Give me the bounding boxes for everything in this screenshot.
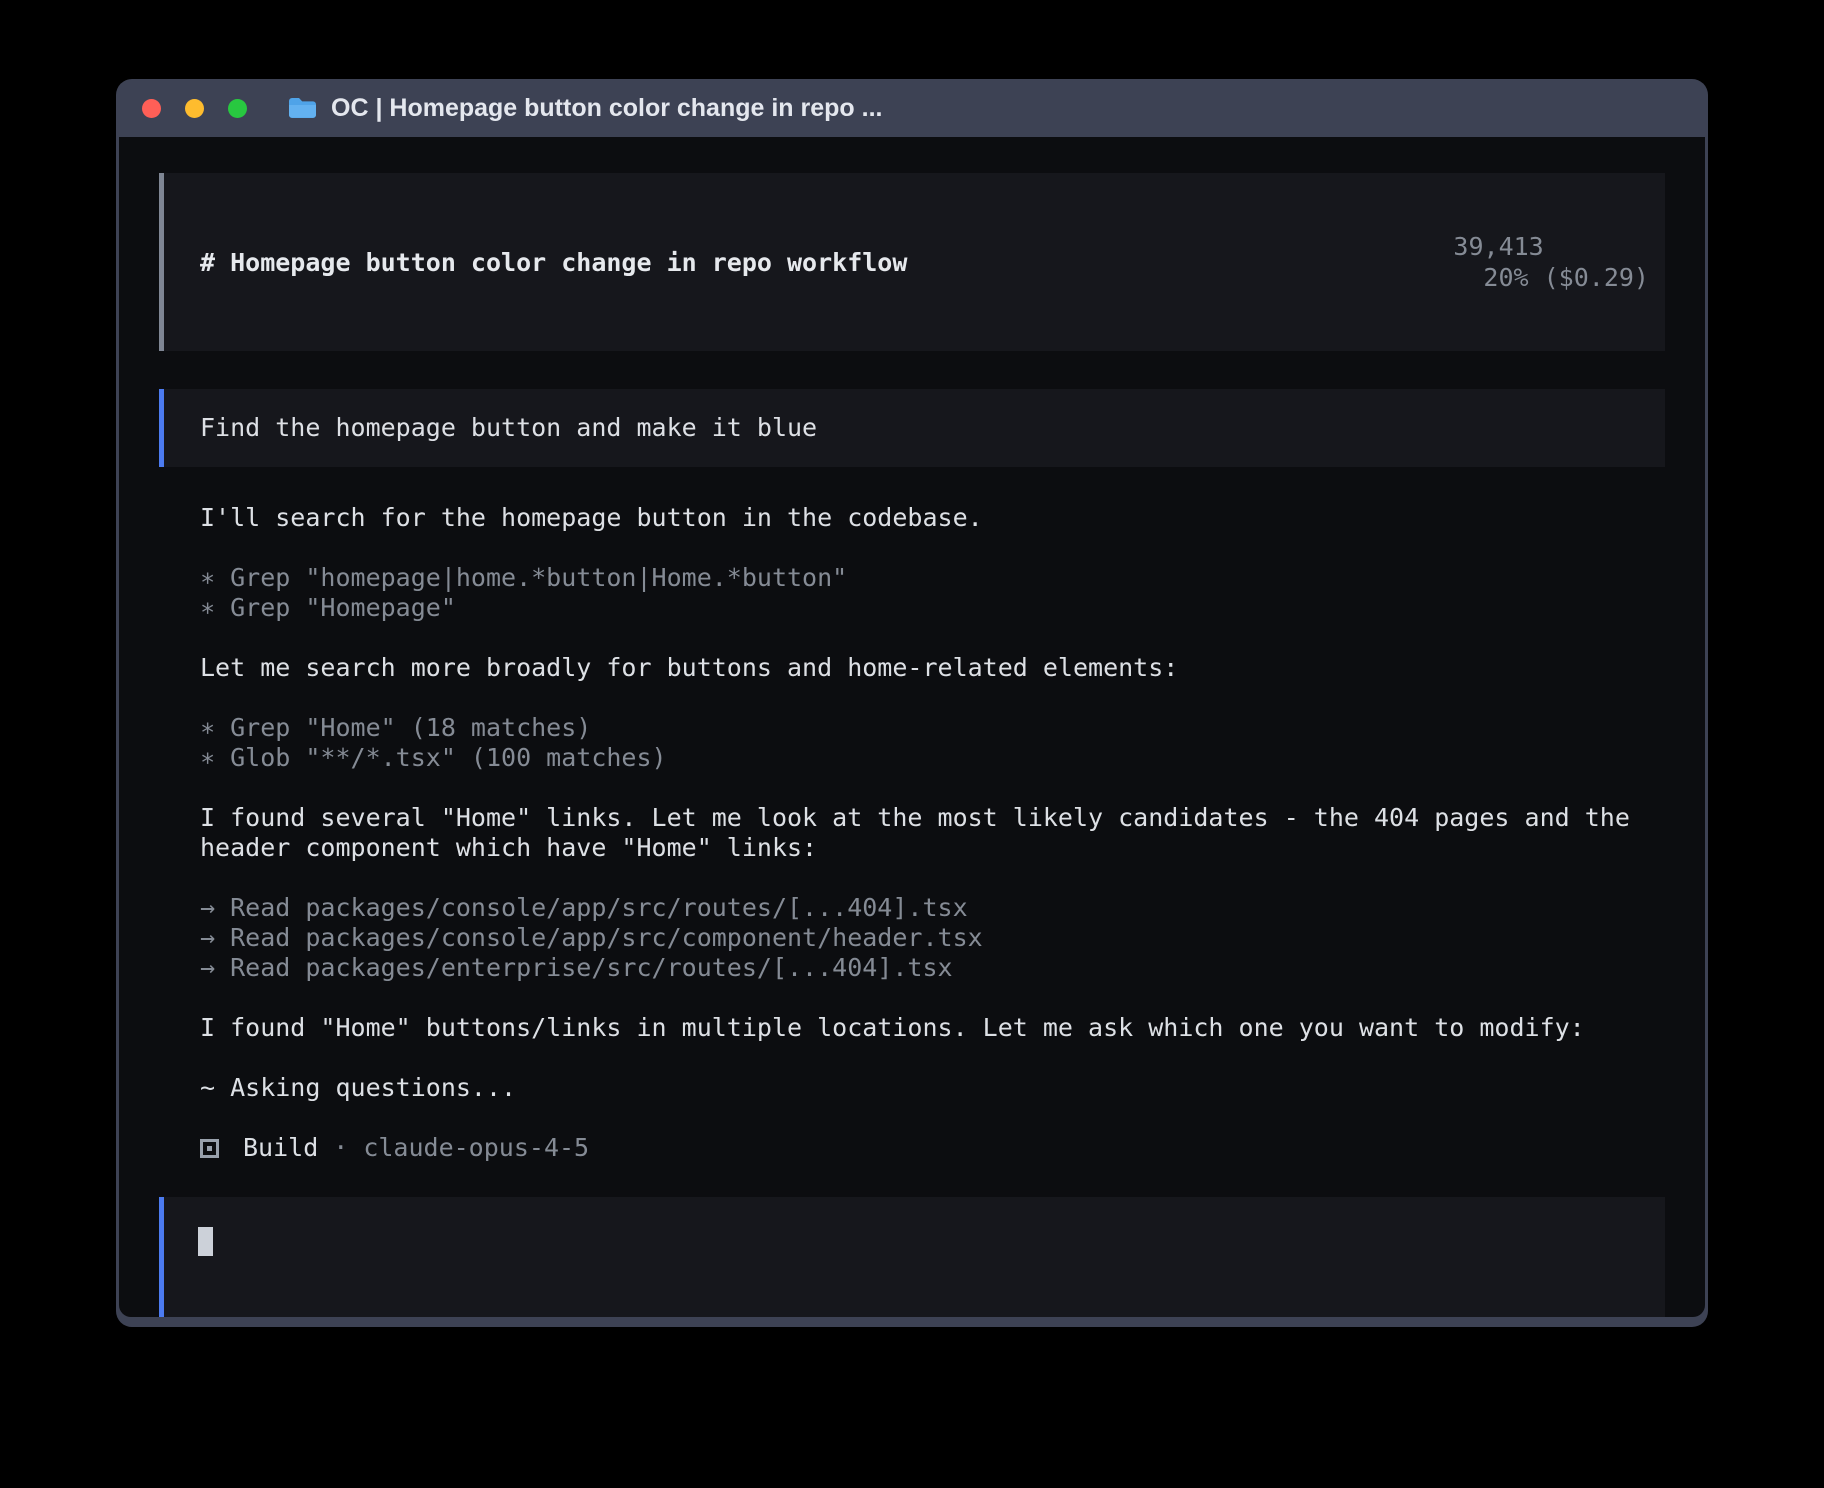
minimize-button[interactable] [185, 99, 204, 118]
agent-name: Build [243, 1133, 318, 1163]
session-header: # Homepage button color change in repo w… [159, 173, 1665, 351]
tool-call-read: → Read packages/console/app/src/componen… [200, 923, 1665, 953]
assistant-text: Let me search more broadly for buttons a… [200, 653, 1665, 683]
agent-status-row: Build · claude-opus-4-5 [200, 1133, 1665, 1163]
tool-call-read: → Read packages/enterprise/src/routes/[.… [200, 953, 1665, 983]
mode-indicator: Build [318, 1313, 393, 1317]
terminal-window: OC | Homepage button color change in rep… [116, 79, 1708, 1327]
terminal-content: # Homepage button color change in repo w… [119, 137, 1705, 1317]
assistant-text: I'll search for the homepage button in t… [200, 503, 1665, 533]
text-cursor [198, 1227, 213, 1256]
assistant-transcript: I'll search for the homepage button in t… [200, 503, 1665, 1163]
tool-call-grep: ∗ Grep "Home" (18 matches) [200, 713, 1665, 743]
tool-call-group: → Read packages/console/app/src/routes/[… [200, 893, 1665, 983]
tool-call-grep: ∗ Grep "homepage|home.*button|Home.*butt… [200, 563, 1665, 593]
tool-call-group: ∗ Grep "Home" (18 matches) ∗ Glob "**/*.… [200, 713, 1665, 773]
prompt-input[interactable]: Build Claude Opus 4.5 OpenCode Zen [159, 1197, 1665, 1317]
traffic-lights [142, 99, 247, 118]
assistant-text: I found "Home" buttons/links in multiple… [200, 1013, 1665, 1043]
model-name: claude-opus-4-5 [363, 1133, 589, 1163]
window-title: OC | Homepage button color change in rep… [331, 94, 882, 123]
input-status-line: Build Claude Opus 4.5 OpenCode Zen [198, 1283, 1649, 1317]
session-stats: 39,413 20% ($0.29) [1333, 200, 1649, 324]
folder-icon [287, 96, 317, 120]
close-button[interactable] [142, 99, 161, 118]
status-separator: · [333, 1133, 348, 1163]
tool-call-read: → Read packages/console/app/src/routes/[… [200, 893, 1665, 923]
window-titlebar[interactable]: OC | Homepage button color change in rep… [116, 79, 1708, 137]
user-message-text: Find the homepage button and make it blu… [200, 413, 817, 442]
zoom-button[interactable] [228, 99, 247, 118]
token-count: 39,413 [1453, 232, 1543, 261]
user-message: Find the homepage button and make it blu… [159, 389, 1665, 467]
assistant-activity: ~ Asking questions... [200, 1073, 1665, 1103]
tool-call-group: ∗ Grep "homepage|home.*button|Home.*butt… [200, 563, 1665, 623]
tool-call-grep: ∗ Grep "Homepage" [200, 593, 1665, 623]
session-title: # Homepage button color change in repo w… [200, 247, 907, 278]
tool-call-glob: ∗ Glob "**/*.tsx" (100 matches) [200, 743, 1665, 773]
agent-icon [200, 1139, 219, 1158]
context-usage: 20% ($0.29) [1483, 263, 1649, 292]
assistant-text: I found several "Home" links. Let me loo… [200, 803, 1665, 863]
